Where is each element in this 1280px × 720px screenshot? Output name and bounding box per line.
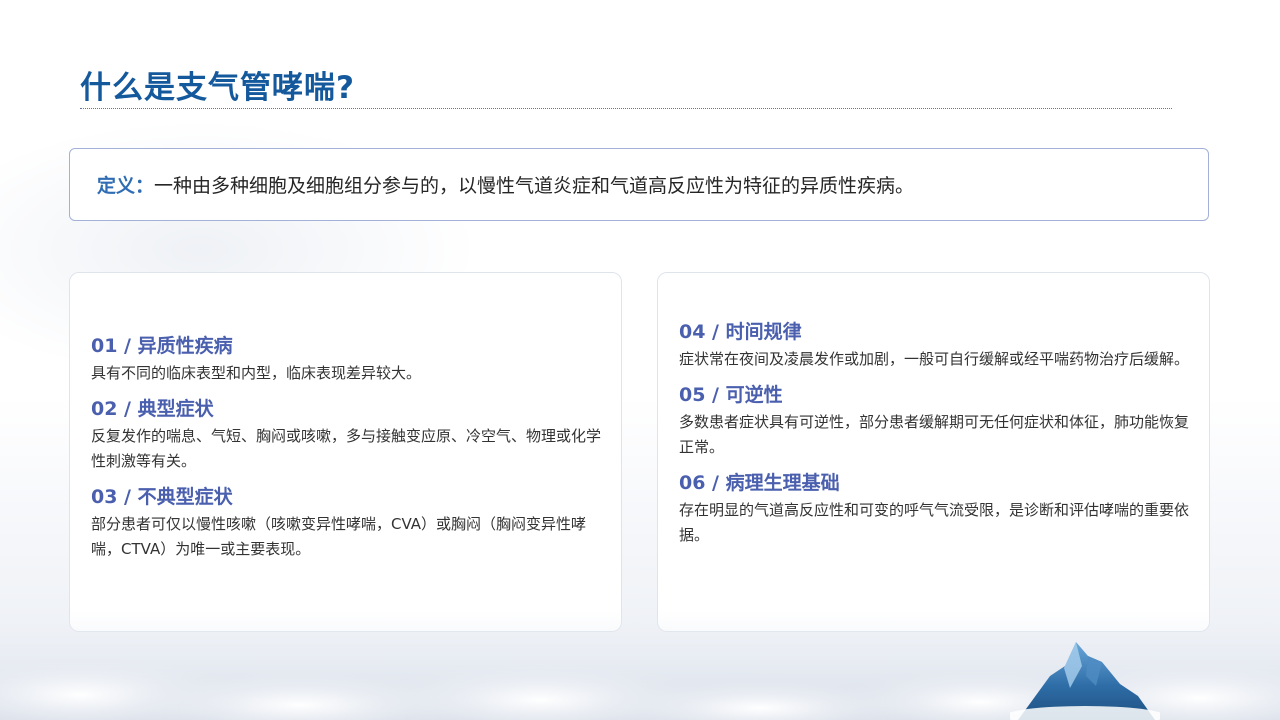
page-title: 什么是支气管哮喘? xyxy=(80,70,355,106)
definition-label: 定义： xyxy=(97,175,155,197)
feature-description: 多数患者症状具有可逆性，部分患者缓解期可无任何症状和体征，肺功能恢复正常。 xyxy=(679,413,1190,456)
feature-description: 反复发作的喘息、气短、胸闷或咳嗽，多与接触变应原、冷空气、物理或化学性刺激等有关… xyxy=(91,427,602,470)
feature-description: 部分患者可仅以慢性咳嗽（咳嗽变异性哮喘，CVA）或胸闷（胸闷变异性哮喘，CTVA… xyxy=(91,515,587,558)
feature-item: 02 / 典型症状 反复发作的喘息、气短、胸闷或咳嗽，多与接触变应原、冷空气、物… xyxy=(91,396,601,474)
feature-card-right: 04 / 时间规律 症状常在夜间及凌晨发作或加剧，一般可自行缓解或经平喘药物治疗… xyxy=(657,272,1210,632)
title-divider xyxy=(80,108,1172,109)
feature-item: 06 / 病理生理基础 存在明显的气道高反应性和可变的呼气气流受限，是诊断和评估… xyxy=(679,470,1189,548)
mountain-peak-decoration xyxy=(1010,642,1160,720)
feature-heading: 04 / 时间规律 xyxy=(679,321,802,343)
feature-card-left: 01 / 异质性疾病 具有不同的临床表型和内型，临床表现差异较大。 02 / 典… xyxy=(69,272,622,632)
feature-heading: 06 / 病理生理基础 xyxy=(679,472,840,494)
feature-heading: 05 / 可逆性 xyxy=(679,384,783,406)
definition-text: 一种由多种细胞及细胞组分参与的，以慢性气道炎症和气道高反应性为特征的异质性疾病。 xyxy=(154,175,915,197)
feature-description: 存在明显的气道高反应性和可变的呼气气流受限，是诊断和评估哮喘的重要依据。 xyxy=(679,501,1190,544)
feature-description: 症状常在夜间及凌晨发作或加剧，一般可自行缓解或经平喘药物治疗后缓解。 xyxy=(679,350,1190,368)
feature-heading: 02 / 典型症状 xyxy=(91,398,214,420)
feature-description: 具有不同的临床表型和内型，临床表现差异较大。 xyxy=(91,364,422,382)
slide: 什么是支气管哮喘? 定义： 一种由多种细胞及细胞组分参与的，以慢性气道炎症和气道… xyxy=(0,0,1280,720)
feature-item: 03 / 不典型症状 部分患者可仅以慢性咳嗽（咳嗽变异性哮喘，CVA）或胸闷（胸… xyxy=(91,484,601,562)
definition-box: 定义： 一种由多种细胞及细胞组分参与的，以慢性气道炎症和气道高反应性为特征的异质… xyxy=(69,148,1209,221)
feature-item: 01 / 异质性疾病 具有不同的临床表型和内型，临床表现差异较大。 xyxy=(91,333,601,386)
feature-heading: 01 / 异质性疾病 xyxy=(91,335,233,357)
feature-item: 04 / 时间规律 症状常在夜间及凌晨发作或加剧，一般可自行缓解或经平喘药物治疗… xyxy=(679,319,1189,372)
feature-item: 05 / 可逆性 多数患者症状具有可逆性，部分患者缓解期可无任何症状和体征，肺功… xyxy=(679,382,1189,460)
feature-heading: 03 / 不典型症状 xyxy=(91,486,233,508)
